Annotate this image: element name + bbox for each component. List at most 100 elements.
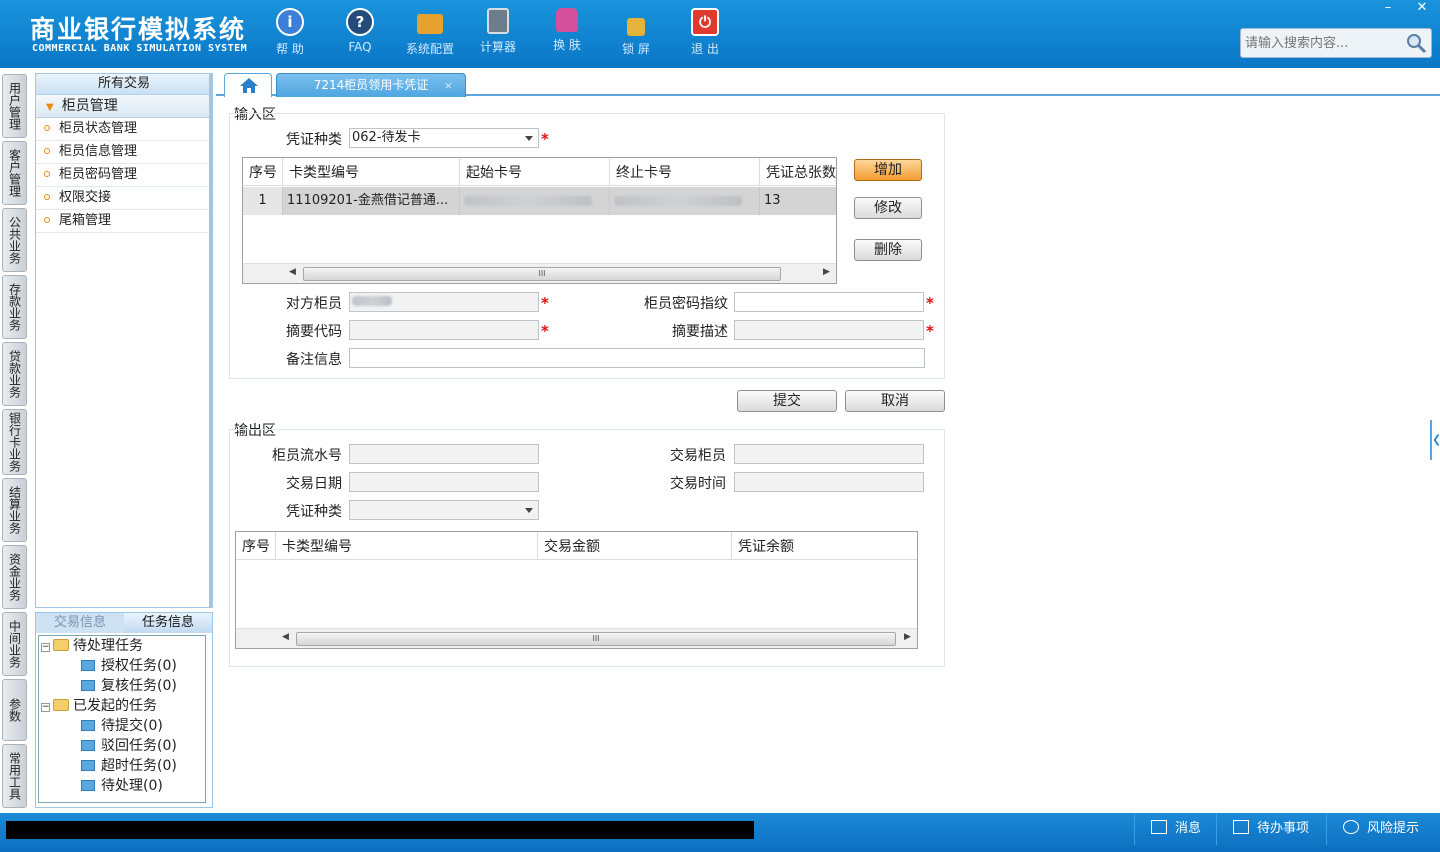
trade-date-field xyxy=(349,472,539,492)
cancel-button[interactable]: 取消 xyxy=(845,390,945,412)
tree-node-rejected[interactable]: 驳回任务(0) xyxy=(81,736,177,756)
nav-scrollbar[interactable] xyxy=(209,74,212,607)
tree-node-initiated[interactable]: − 已发起的任务 xyxy=(41,696,157,716)
collapse-icon[interactable]: − xyxy=(41,703,50,712)
nav-item-teller-password[interactable]: 柜员密码管理 xyxy=(36,164,212,187)
edit-button[interactable]: 修改 xyxy=(854,197,922,219)
nav-item-label: 柜员密码管理 xyxy=(59,167,138,182)
trade-time-label: 交易时间 xyxy=(670,476,726,492)
lock-screen-button[interactable]: 锁 屏 xyxy=(601,8,671,57)
vtab-common-tools[interactable]: 常用工具 xyxy=(2,744,27,808)
vtab-deposit[interactable]: 存款业务 xyxy=(2,275,27,339)
tree-node-timeout[interactable]: 超时任务(0) xyxy=(81,756,177,776)
col-balance[interactable]: 凭证余额 xyxy=(732,532,917,560)
voucher-type-label: 凭证种类 xyxy=(286,132,342,148)
right-collapse-handle[interactable]: ❮ xyxy=(1430,420,1440,460)
required-mark: * xyxy=(926,322,934,340)
nav-item-teller-status[interactable]: 柜员状态管理 xyxy=(36,118,212,141)
cell-seq: 1 xyxy=(243,187,283,215)
tree-node-pending[interactable]: − 待处理任务 xyxy=(41,636,143,656)
tree-node-review-task[interactable]: 复核任务(0) xyxy=(81,676,177,696)
serial-no-field xyxy=(349,444,539,464)
col-card-type[interactable]: 卡类型编号 xyxy=(276,532,538,560)
nav-group-teller-management[interactable]: ▼ 柜员管理 xyxy=(36,94,212,118)
col-seq[interactable]: 序号 xyxy=(236,532,276,560)
nav-header[interactable]: 所有交易 xyxy=(36,74,212,94)
voucher-output-grid: 序号 卡类型编号 交易金额 凭证余额 ◀ III ▶ xyxy=(235,531,918,649)
tab-task-info[interactable]: 任务信息 xyxy=(124,613,212,633)
toolbox-icon xyxy=(417,14,443,34)
vtab-bank-card[interactable]: 银行卡业务 xyxy=(2,409,27,475)
tree-node-auth-task[interactable]: 授权任务(0) xyxy=(81,656,177,676)
close-window-button[interactable]: ✕ xyxy=(1406,0,1438,18)
remark-field[interactable] xyxy=(349,348,925,368)
calculator-label: 计算器 xyxy=(479,40,516,54)
nav-item-permission-handover[interactable]: 权限交接 xyxy=(36,187,212,210)
bullet-icon xyxy=(44,217,50,223)
tree-node-to-submit[interactable]: 待提交(0) xyxy=(81,716,163,736)
col-seq[interactable]: 序号 xyxy=(243,158,283,186)
add-button[interactable]: 增加 xyxy=(854,159,922,181)
scroll-thumb[interactable]: III xyxy=(296,632,896,646)
home-tab[interactable] xyxy=(224,73,272,97)
grid-h-scrollbar[interactable]: ◀ III ▶ xyxy=(236,628,917,648)
output-voucher-type-select[interactable] xyxy=(349,500,539,520)
col-start-card[interactable]: 起始卡号 xyxy=(460,158,610,186)
skin-button[interactable]: 换 肤 xyxy=(532,8,602,53)
transaction-nav: 所有交易 ▼ 柜员管理 柜员状态管理 柜员信息管理 柜员密码管理 权限交接 尾箱管… xyxy=(35,73,213,608)
submit-button[interactable]: 提交 xyxy=(737,390,837,412)
close-tab-icon[interactable]: × xyxy=(444,74,453,97)
system-config-button[interactable]: 系统配置 xyxy=(395,8,465,57)
scroll-right-icon[interactable]: ▶ xyxy=(823,267,830,277)
delete-button[interactable]: 删除 xyxy=(854,239,922,261)
risk-button[interactable]: 风险提示 xyxy=(1326,813,1440,845)
summary-desc-field[interactable] xyxy=(734,320,924,340)
vtab-parameters[interactable]: 参数 xyxy=(2,679,27,741)
calculator-button[interactable]: 计算器 xyxy=(463,8,533,55)
minimize-button[interactable]: – xyxy=(1372,0,1404,18)
search-icon[interactable] xyxy=(1405,32,1427,54)
message-button[interactable]: 消息 xyxy=(1134,813,1214,845)
vtab-customer-management[interactable]: 客户管理 xyxy=(2,141,27,205)
remark-label: 备注信息 xyxy=(286,352,342,368)
collapse-icon[interactable]: − xyxy=(41,643,50,652)
teller-password-label: 柜员密码指纹 xyxy=(644,296,728,312)
search-input[interactable] xyxy=(1241,29,1401,57)
dropdown-arrow-icon xyxy=(525,136,533,141)
scroll-right-icon[interactable]: ▶ xyxy=(904,632,911,642)
vtab-loan[interactable]: 贷款业务 xyxy=(2,342,27,406)
counter-teller-field[interactable] xyxy=(349,292,539,312)
todo-button[interactable]: 待办事项 xyxy=(1216,813,1324,845)
bullet-icon xyxy=(44,148,50,154)
grid-header: 序号 卡类型编号 交易金额 凭证余额 xyxy=(236,532,917,560)
masked-value xyxy=(464,195,592,206)
col-amount[interactable]: 交易金额 xyxy=(538,532,732,560)
voucher-type-select[interactable]: 062-待发卡 xyxy=(349,128,539,148)
nav-item-tail-box[interactable]: 尾箱管理 xyxy=(36,210,212,233)
help-button[interactable]: i 帮 助 xyxy=(255,8,325,57)
tree-node-label: 待处理任务 xyxy=(73,638,143,654)
col-card-type[interactable]: 卡类型编号 xyxy=(283,158,460,186)
col-end-card[interactable]: 终止卡号 xyxy=(610,158,760,186)
tree-node-to-process[interactable]: 待处理(0) xyxy=(81,776,163,796)
scroll-thumb[interactable]: III xyxy=(303,267,781,281)
scroll-left-icon[interactable]: ◀ xyxy=(289,267,296,277)
teller-password-field[interactable] xyxy=(734,292,924,312)
vtab-settlement[interactable]: 结算业务 xyxy=(2,478,27,542)
table-row[interactable]: 1 11109201-金燕借记普通... 13 xyxy=(243,187,836,215)
home-icon xyxy=(240,78,258,93)
scroll-left-icon[interactable]: ◀ xyxy=(282,632,289,642)
grid-h-scrollbar[interactable]: ◀ III ▶ xyxy=(243,263,836,283)
col-total-count[interactable]: 凭证总张数 xyxy=(760,158,836,186)
vtab-funds[interactable]: 资金业务 xyxy=(2,545,27,609)
system-config-label: 系统配置 xyxy=(405,42,454,56)
tab-transaction-info[interactable]: 交易信息 xyxy=(36,613,124,633)
nav-item-teller-info[interactable]: 柜员信息管理 xyxy=(36,141,212,164)
exit-button[interactable]: ⏻ 退 出 xyxy=(670,8,740,57)
vtab-user-management[interactable]: 用户管理 xyxy=(2,74,27,138)
summary-code-field[interactable] xyxy=(349,320,539,340)
vtab-intermediary[interactable]: 中间业务 xyxy=(2,612,27,676)
faq-button[interactable]: ? FAQ xyxy=(325,8,395,54)
tab-7214-voucher[interactable]: 7214柜员领用卡凭证 × xyxy=(276,73,466,97)
vtab-public-business[interactable]: 公共业务 xyxy=(2,208,27,272)
